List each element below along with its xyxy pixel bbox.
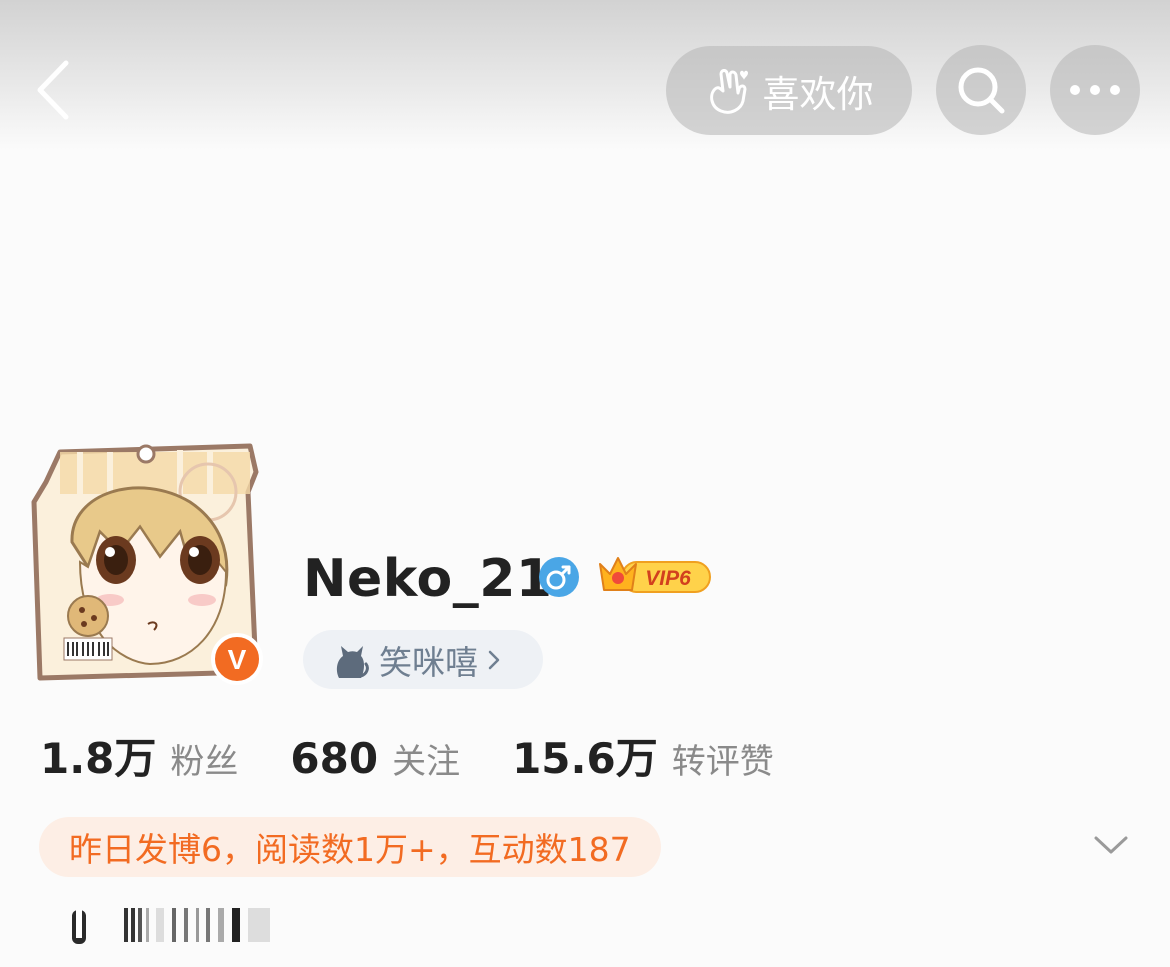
stat-following-label: 关注 [392, 742, 461, 782]
stat-interactions-label: 转评赞 [671, 742, 774, 782]
stat-interactions[interactable]: 15.6万 转评赞 [512, 725, 774, 786]
vip-badge-label: VIP6 [645, 567, 691, 590]
verified-badge-icon: V [211, 633, 263, 685]
activity-summary[interactable]: 昨日发博6，阅读数1万+，互动数187 [39, 817, 661, 877]
fan-group-chip[interactable]: 笑咪嘻 [303, 630, 543, 689]
search-button[interactable] [936, 45, 1026, 135]
partial-text-cutoff [72, 908, 270, 944]
cat-icon [336, 645, 369, 678]
more-dots-icon [1070, 85, 1120, 95]
stats-row: 1.8万 粉丝 680 关注 15.6万 转评赞 [40, 725, 826, 785]
stat-fans[interactable]: 1.8万 粉丝 [40, 725, 238, 786]
chevron-left-icon [37, 60, 69, 120]
heart-hand-icon [709, 68, 748, 114]
fan-group-label: 笑咪嘻 [379, 642, 478, 682]
stat-fans-label: 粉丝 [170, 742, 239, 782]
verified-badge-letter: V [228, 644, 247, 675]
avatar[interactable]: V [30, 432, 270, 687]
back-button[interactable] [28, 55, 84, 125]
stat-following[interactable]: 680 关注 [290, 734, 460, 783]
vip-crown-icon: VIP6 [599, 557, 711, 593]
stat-following-number: 680 [290, 734, 379, 783]
more-button[interactable] [1050, 45, 1140, 135]
like-button[interactable]: 喜欢你 [666, 46, 912, 135]
like-button-label: 喜欢你 [762, 72, 874, 116]
username: Neko_21 [303, 549, 553, 609]
search-icon [958, 67, 1005, 114]
stat-fans-number: 1.8万 [40, 734, 157, 783]
male-icon [539, 557, 579, 597]
chevron-right-icon [488, 650, 500, 669]
stat-interactions-number: 15.6万 [512, 734, 658, 783]
chevron-down-icon[interactable] [1093, 833, 1129, 857]
vip-badge[interactable]: VIP6 [596, 550, 714, 598]
